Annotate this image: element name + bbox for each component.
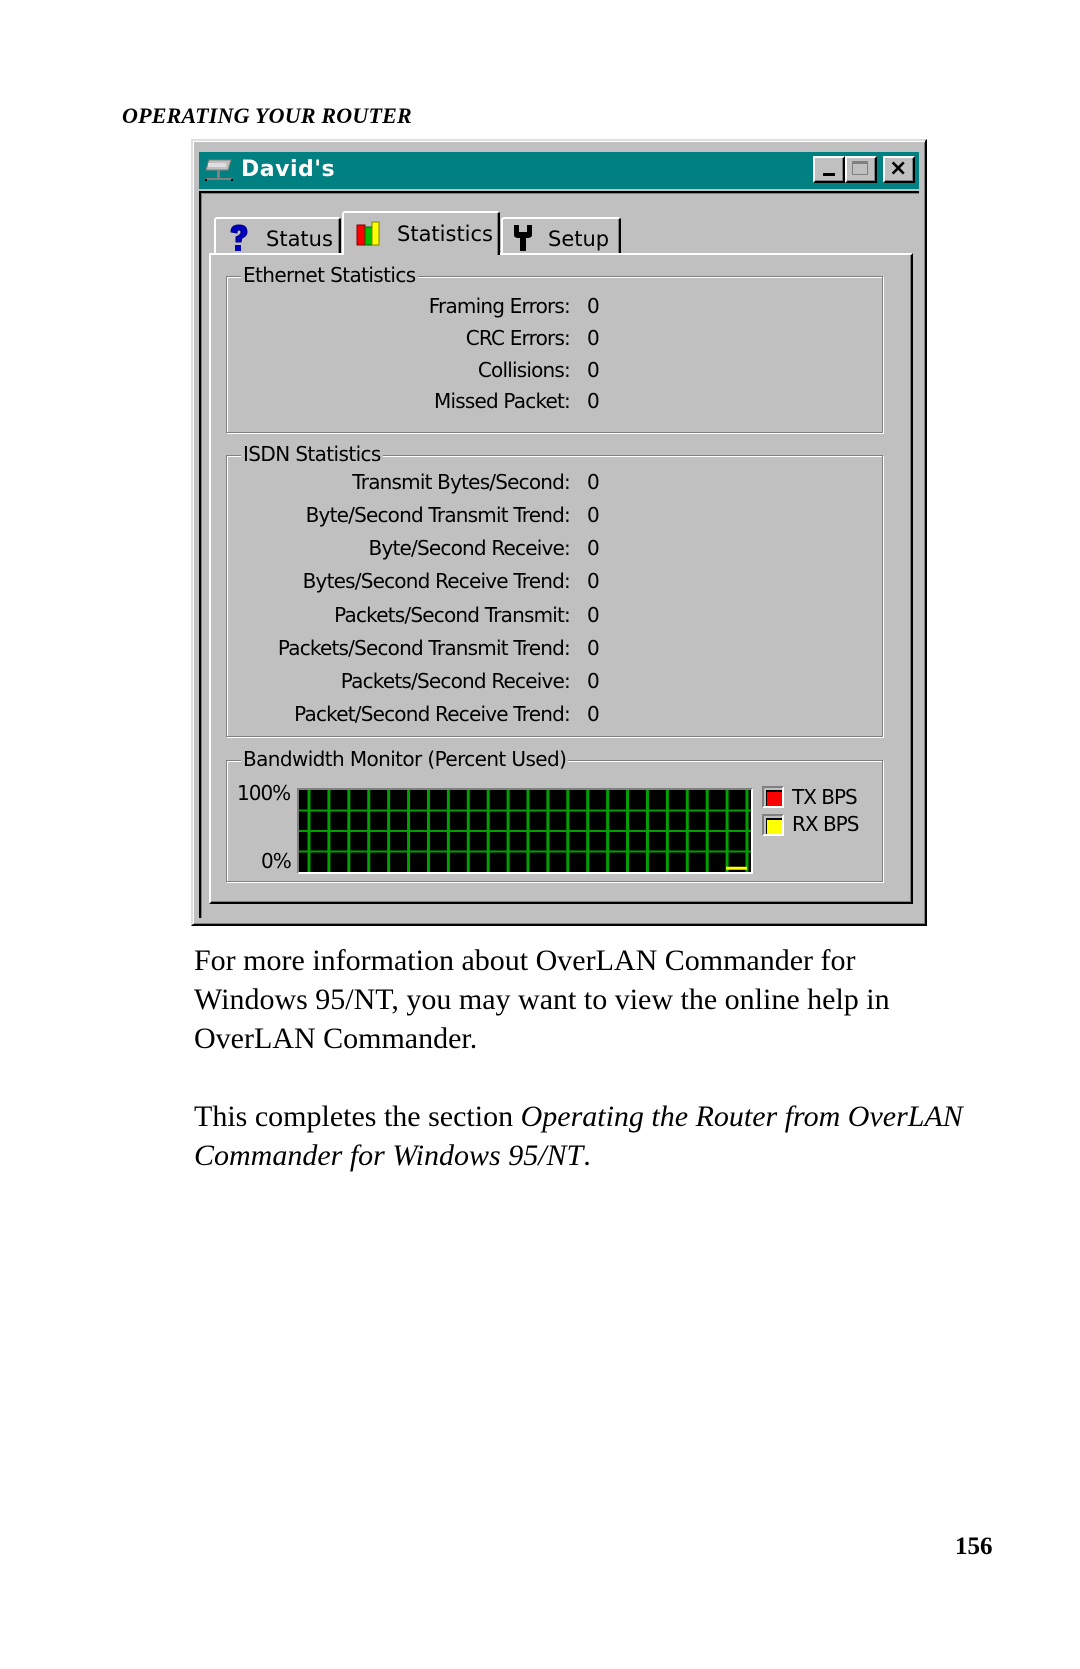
text-segment: This completes the section — [194, 1100, 521, 1133]
app-window: David's × Status Statistics Setup Ethern… — [191, 139, 927, 926]
page-number: 156 — [955, 1533, 993, 1560]
stat-row: Framing Errors: 0 — [227, 294, 882, 324]
network-computer-icon — [205, 159, 233, 181]
stat-value: 0 — [587, 569, 600, 593]
wrench-icon — [514, 225, 532, 251]
maximize-icon — [852, 161, 868, 175]
y-axis-min-label: 0% — [261, 849, 292, 873]
stat-label: Transmit Bytes/Second: — [352, 470, 571, 494]
stat-value: 0 — [587, 470, 600, 494]
bandwidth-graph — [297, 788, 753, 874]
text-segment: . — [583, 1139, 591, 1172]
tx-swatch — [762, 786, 784, 808]
running-head: OPERATING YOUR ROUTER — [122, 103, 412, 128]
stat-label: Missed Packet: — [434, 389, 571, 413]
maximize-button[interactable] — [845, 156, 877, 183]
rx-legend-label: RX BPS — [792, 812, 859, 836]
stat-label: Byte/Second Transmit Trend: — [305, 503, 571, 527]
body-paragraph-1: For more information about OverLAN Comma… — [194, 941, 974, 1058]
window-client: Status Statistics Setup Ethernet Statist… — [199, 191, 919, 918]
stat-row: Transmit Bytes/Second: 0 — [227, 470, 882, 500]
stat-label: Packets/Second Transmit: — [334, 603, 571, 627]
bar-chart-icon — [356, 221, 380, 246]
stat-value: 0 — [587, 603, 600, 627]
tab-status[interactable]: Status — [214, 217, 341, 254]
stat-row: Bytes/Second Receive Trend: 0 — [227, 569, 882, 599]
stat-label: Packets/Second Transmit Trend: — [277, 636, 571, 660]
title-bar[interactable]: David's × — [199, 152, 919, 189]
text-segment: For more information about OverLAN Comma… — [194, 944, 890, 1055]
stat-value: 0 — [587, 503, 600, 527]
stat-value: 0 — [587, 294, 600, 318]
stat-row: Packets/Second Transmit Trend: 0 — [227, 636, 882, 666]
close-icon: × — [889, 156, 908, 181]
stat-row: Collisions: 0 — [227, 358, 882, 388]
ethernet-statistics-group: Ethernet Statistics Framing Errors: 0 CRC… — [226, 263, 883, 433]
stat-value: 0 — [587, 536, 600, 560]
stat-value: 0 — [587, 326, 600, 350]
stat-label: Packets/Second Receive: — [340, 669, 571, 693]
stat-value: 0 — [587, 636, 600, 660]
stat-row: Missed Packet: 0 — [227, 389, 882, 419]
bandwidth-monitor-group: Bandwidth Monitor (Percent Used) 100% 0%… — [226, 747, 883, 882]
stat-row: Packets/Second Receive: 0 — [227, 669, 882, 699]
isdn-statistics-title: ISDN Statistics — [241, 442, 383, 466]
stat-row: Packets/Second Transmit: 0 — [227, 603, 882, 633]
stat-label: Packet/Second Receive Trend: — [294, 702, 571, 726]
tab-status-label: Status — [266, 227, 333, 251]
tab-setup[interactable]: Setup — [501, 217, 621, 254]
stat-row: Packet/Second Receive Trend: 0 — [227, 702, 882, 732]
statistics-panel: Ethernet Statistics Framing Errors: 0 CRC… — [209, 253, 913, 904]
tab-statistics[interactable]: Statistics — [342, 211, 500, 255]
isdn-statistics-group: ISDN Statistics Transmit Bytes/Second: 0 … — [226, 442, 883, 737]
stat-label: Bytes/Second Receive Trend: — [302, 569, 571, 593]
body-paragraph-2: This completes the section Operating the… — [194, 1097, 974, 1175]
stat-value: 0 — [587, 389, 600, 413]
minimize-icon — [823, 173, 835, 176]
rx-swatch — [762, 814, 784, 836]
tx-legend-label: TX BPS — [792, 785, 858, 809]
question-mark-icon — [230, 224, 248, 251]
tab-statistics-label: Statistics — [397, 222, 493, 246]
stat-value: 0 — [587, 702, 600, 726]
window-title: David's — [241, 157, 336, 182]
tx-swatch-fill — [766, 790, 782, 806]
bandwidth-monitor-title: Bandwidth Monitor (Percent Used) — [241, 747, 569, 771]
stat-label: Framing Errors: — [428, 294, 571, 318]
stat-value: 0 — [587, 358, 600, 382]
close-button[interactable]: × — [883, 156, 915, 183]
stat-label: CRC Errors: — [465, 326, 571, 350]
y-axis-max-label: 100% — [237, 781, 291, 805]
tab-setup-label: Setup — [548, 227, 610, 251]
bandwidth-graph-plot — [299, 790, 751, 872]
stat-value: 0 — [587, 669, 600, 693]
stat-label: Byte/Second Receive: — [368, 536, 571, 560]
rx-swatch-fill — [766, 818, 782, 834]
stat-label: Collisions: — [477, 358, 571, 382]
stat-row: Byte/Second Receive: 0 — [227, 536, 882, 566]
stat-row: CRC Errors: 0 — [227, 326, 882, 356]
minimize-button[interactable] — [813, 156, 845, 183]
stat-row: Byte/Second Transmit Trend: 0 — [227, 503, 882, 533]
ethernet-statistics-title: Ethernet Statistics — [241, 263, 418, 287]
